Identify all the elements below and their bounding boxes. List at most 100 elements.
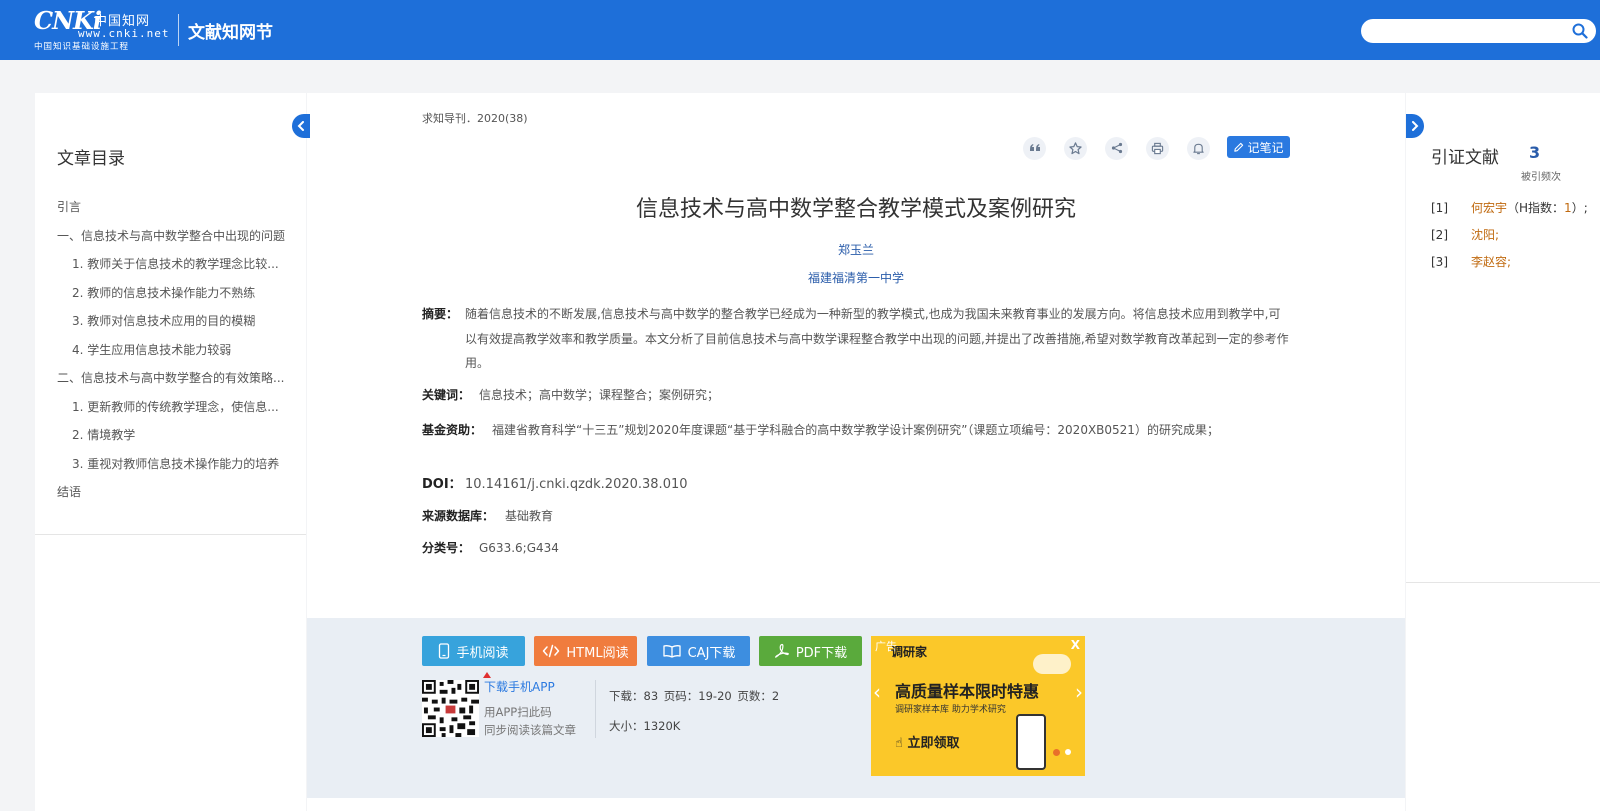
quote-button[interactable] — [1023, 136, 1046, 160]
citation-number: [2] — [1431, 228, 1448, 242]
ad-headline: 高质量样本限时特惠 — [895, 682, 1040, 701]
toc-item[interactable]: 1. 教师关于信息技术的教学理念比较... — [57, 254, 297, 283]
quote-icon — [1029, 144, 1040, 151]
toc-item[interactable]: 结语 — [57, 482, 297, 511]
citations-title: 引证文献 — [1431, 148, 1499, 168]
toc-item[interactable]: 二、信息技术与高中数学整合的有效策略... — [57, 368, 297, 397]
search-icon[interactable] — [1572, 23, 1588, 39]
file-size: 大小：1320K — [609, 719, 681, 733]
citation-list: [1] 何宏宇（H指数：1）; [2] 沈阳; [3] 李赵容; — [1431, 199, 1600, 280]
h-index-label: （H指数： — [1507, 201, 1565, 215]
journal-source[interactable]: 求知导刊．2020(38) — [422, 110, 528, 126]
h-index-tail: ）; — [1571, 201, 1588, 215]
abstract-label: 摘要： — [422, 307, 459, 321]
share-icon — [1111, 142, 1122, 154]
citation-count[interactable]: 3 — [1529, 143, 1540, 162]
toc-list: 引言 一、信息技术与高中数学整合中出现的问题 1. 教师关于信息技术的教学理念比… — [57, 197, 297, 511]
cloud-icon — [1033, 654, 1071, 674]
ad-subline: 调研家样本库 助力学术研究 — [895, 705, 1006, 715]
pencil-icon — [1234, 142, 1244, 152]
citations-inner: 引证文献 3 被引频次 [1] 何宏宇（H指数：1）; [2] 沈阳; [3] 李赵容… — [1406, 93, 1600, 583]
code-icon — [543, 644, 560, 658]
keywords-row: 关键词： 信息技术；高中数学；课程整合；案例研究； — [422, 383, 1292, 408]
bell-icon — [1193, 143, 1204, 154]
chevron-right-icon[interactable]: › — [1075, 680, 1083, 704]
citation-count-label: 被引频次 — [1521, 172, 1561, 183]
citations-panel: 引证文献 3 被引频次 [1] 何宏宇（H指数：1）; [2] 沈阳; [3] 李赵容… — [1406, 93, 1600, 811]
article-title: 信息技术与高中数学整合教学模式及案例研究 — [635, 197, 1076, 222]
toc-title: 文章目录 — [57, 149, 125, 169]
toc-item[interactable]: 2. 教师的信息技术操作能力不熟练 — [57, 283, 297, 312]
mobile-read-label: 手机阅读 — [456, 645, 509, 661]
keywords-list[interactable]: 信息技术；高中数学；课程整合；案例研究； — [422, 383, 1292, 408]
toc-item[interactable]: 2. 情境教学 — [57, 425, 297, 454]
ad-cta-label: 立即领取 — [907, 736, 960, 751]
take-note-label: 记笔记 — [1247, 140, 1284, 155]
organization-link[interactable]: 福建福清第一中学 — [307, 269, 1405, 286]
mobile-read-button[interactable]: 手机阅读 — [422, 636, 525, 666]
toc-item[interactable]: 一、信息技术与高中数学整合中出现的问题 — [57, 226, 297, 255]
app-sync-hint: 同步阅读该篇文章 — [484, 723, 576, 737]
share-button[interactable] — [1105, 136, 1128, 160]
stats-divider — [595, 680, 596, 738]
h-index-value: 1 — [1564, 201, 1572, 215]
classification-label: 分类号： — [422, 541, 471, 555]
logo-url: www.cnki.net — [78, 27, 170, 40]
toc-inner: 文章目录 引言 一、信息技术与高中数学整合中出现的问题 1. 教师关于信息技术的… — [35, 93, 306, 535]
ad-banner[interactable]: 广告 调研家 X ‹ › 高质量样本限时特惠 调研家样本库 助力学术研究 ☝ 立… — [871, 636, 1085, 776]
citation-number: [1] — [1431, 201, 1448, 215]
fund-text[interactable]: 福建省教育科学“十三五”规划2020年度课题“基于学科融合的高中数学教学设计案例… — [422, 418, 1292, 443]
toc-panel: 文章目录 引言 一、信息技术与高中数学整合中出现的问题 1. 教师关于信息技术的… — [35, 93, 306, 811]
pdf-download-button[interactable]: PDF下载 — [759, 636, 862, 666]
book-icon — [662, 645, 681, 658]
toc-item[interactable]: 4. 学生应用信息技术能力较弱 — [57, 340, 297, 369]
toc-item[interactable]: 3. 教师对信息技术应用的目的模糊 — [57, 311, 297, 340]
doi-value: 10.14161/j.cnki.qzdk.2020.38.010 — [465, 477, 688, 492]
abstract-row: 摘要： 随着信息技术的不断发展,信息技术与高中数学的整合教学已经成为一种新型的教… — [422, 302, 1292, 376]
citation-author[interactable]: 沈阳; — [1471, 228, 1499, 242]
keywords-label: 关键词： — [422, 388, 471, 402]
pdf-icon — [774, 643, 789, 658]
citation-author[interactable]: 何宏宇 — [1471, 201, 1507, 215]
qr-code-icon — [422, 680, 479, 737]
download-app-link[interactable]: 下载手机APP — [484, 678, 555, 695]
carousel-dot[interactable] — [1065, 749, 1071, 755]
database-row: 来源数据库： 基础教育 — [422, 504, 1292, 529]
article-panel: 求知导刊．2020(38) 记笔记 信息技术与高中数学整合教学模式及案例研究 郑… — [307, 93, 1405, 811]
logo-divider — [178, 14, 179, 46]
chevron-right-icon — [1412, 121, 1419, 131]
favorite-button[interactable] — [1064, 136, 1087, 160]
toc-item[interactable]: 3. 重视对教师信息技术操作能力的培养 — [57, 454, 297, 483]
subscribe-button[interactable] — [1187, 136, 1210, 160]
database-value: 基础教育 — [505, 509, 554, 523]
classification-value: G633.6;G434 — [479, 541, 559, 555]
collapse-toc-button[interactable] — [292, 114, 310, 138]
citation-item: [2] 沈阳; — [1431, 226, 1600, 253]
search-box[interactable] — [1361, 19, 1596, 43]
article-toolbar — [1023, 136, 1210, 160]
print-button[interactable] — [1146, 136, 1169, 160]
fund-label: 基金资助： — [422, 423, 483, 437]
download-band: 手机阅读 HTML阅读 CAJ下载 PDF下载 下载手机APP 用APP扫此码 … — [307, 618, 1405, 798]
search-input[interactable] — [1373, 22, 1553, 40]
toc-item[interactable]: 1. 更新教师的传统教学理念，使信息... — [57, 397, 297, 426]
pdf-download-label: PDF下载 — [795, 645, 848, 661]
app-scan-hint: 用APP扫此码 — [484, 705, 552, 719]
author-link[interactable]: 郑玉兰 — [307, 241, 1405, 258]
download-stats: 下载：83 页码：19-20 页数：2 — [609, 689, 780, 703]
chevron-left-icon[interactable]: ‹ — [873, 680, 881, 704]
take-note-button[interactable]: 记笔记 — [1227, 136, 1290, 158]
carousel-dot-active[interactable] — [1053, 749, 1060, 756]
doi-label: DOI： — [422, 477, 462, 492]
phone-icon — [439, 643, 450, 659]
print-icon — [1151, 142, 1164, 154]
citation-author[interactable]: 李赵容; — [1471, 255, 1511, 269]
ad-close-button[interactable]: X — [1071, 638, 1080, 652]
ad-cta[interactable]: ☝ 立即领取 — [895, 732, 959, 751]
caj-download-button[interactable]: CAJ下载 — [647, 636, 750, 666]
cnki-logo[interactable]: CNKi 中国知网 www.cnki.net 中国知识基础设施工程 — [34, 8, 174, 53]
html-read-button[interactable]: HTML阅读 — [534, 636, 637, 666]
brand-title[interactable]: 文献知网节 — [188, 18, 273, 43]
toc-item[interactable]: 引言 — [57, 197, 297, 226]
citation-item: [3] 李赵容; — [1431, 253, 1600, 280]
